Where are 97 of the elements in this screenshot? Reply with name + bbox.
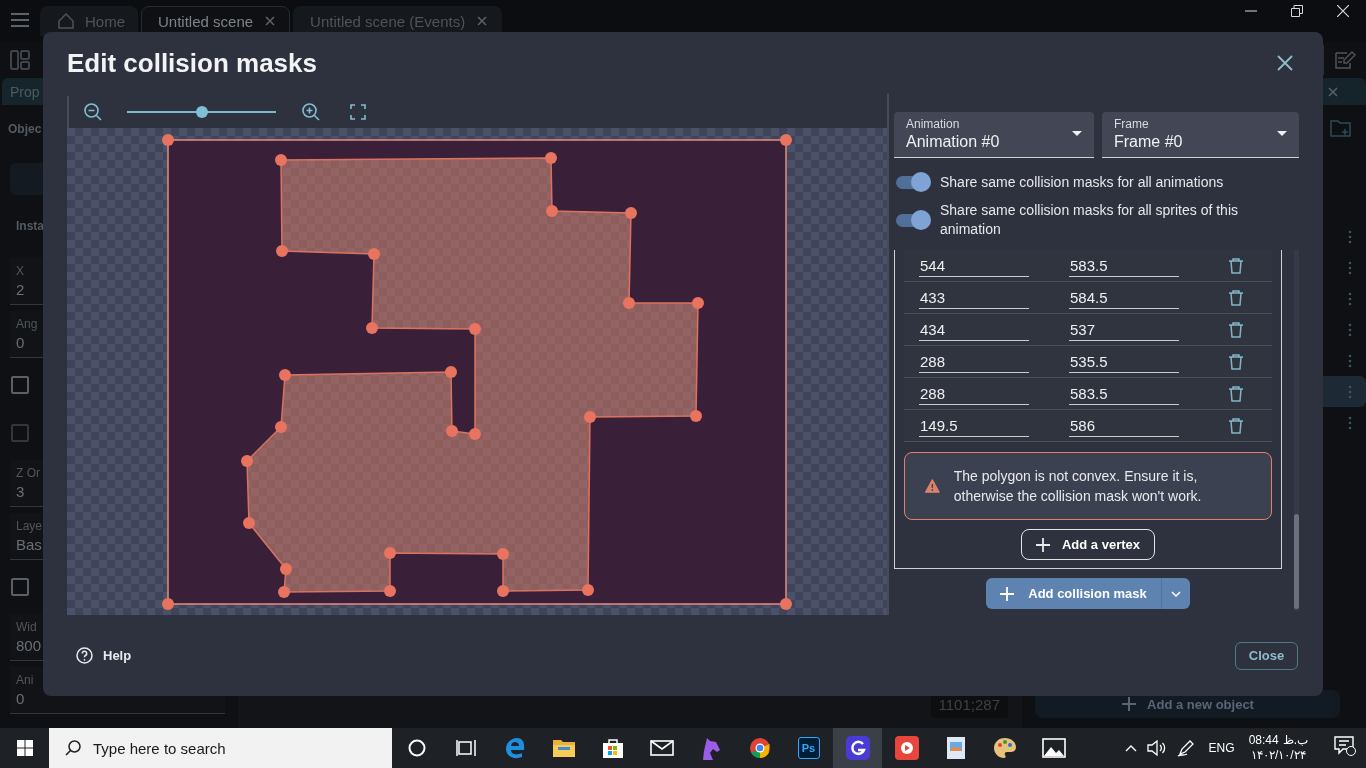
zoom-out-button[interactable] <box>84 103 102 121</box>
windows-icon <box>16 740 33 756</box>
warning-text: The polygon is not convex. Ensure it is, otherwise the collision mask won't work. <box>953 467 1203 506</box>
zoom-out-icon <box>84 103 102 121</box>
close-icon <box>475 14 490 28</box>
trash-icon <box>1228 353 1244 370</box>
more-icon <box>1348 291 1352 306</box>
checkbox[interactable] <box>11 578 29 596</box>
trash-icon <box>1228 289 1244 306</box>
round-logo-icon <box>748 737 771 759</box>
folder-add-icon <box>1330 118 1352 138</box>
more-icon <box>1348 415 1352 430</box>
shopping-bag-icon <box>601 737 624 759</box>
taskbar-button[interactable] <box>833 728 882 768</box>
section-heading: Insta <box>16 218 44 235</box>
speaker-icon <box>1146 740 1167 756</box>
fullscreen-button[interactable] <box>350 104 366 120</box>
language-indicator[interactable]: ENG <box>1208 741 1235 755</box>
trash-icon <box>1228 417 1244 434</box>
trash-icon <box>1228 321 1244 338</box>
caret-icon <box>1277 131 1287 136</box>
toggle-switch[interactable] <box>894 210 931 230</box>
input-field[interactable]: 586 <box>1069 414 1179 437</box>
plus-icon <box>1121 696 1138 712</box>
close-icon <box>263 14 278 28</box>
input-field[interactable]: 583.5 <box>1069 382 1179 405</box>
input-field[interactable]: 584.5 <box>1069 286 1179 309</box>
more-icon <box>1348 384 1352 399</box>
trash-icon <box>1228 385 1244 402</box>
plus-icon <box>1035 537 1050 552</box>
help-button[interactable]: Help <box>76 647 132 664</box>
circle-icon <box>407 739 426 757</box>
browser-icon <box>503 737 526 759</box>
checkbox[interactable] <box>11 376 29 394</box>
slider-thumb[interactable] <box>195 106 208 118</box>
more-icon <box>1348 353 1352 368</box>
search-icon <box>65 740 81 756</box>
media-app-icon <box>894 736 919 760</box>
close-button[interactable] <box>1277 55 1293 71</box>
scrollbar[interactable] <box>1294 250 1299 611</box>
panel-heading: Objec <box>8 121 42 138</box>
envelope-icon <box>649 740 674 756</box>
plus-icon <box>1000 586 1015 601</box>
home-icon <box>57 12 75 30</box>
input-field[interactable]: 544 <box>919 254 1029 277</box>
zoom-in-icon <box>302 103 320 121</box>
input-field[interactable]: 535.5 <box>1069 350 1179 373</box>
clock-time: 08:44 <box>1248 733 1279 748</box>
toggle-switch[interactable] <box>894 172 931 192</box>
dialog-title: Edit collision masks <box>67 47 317 79</box>
trash-icon <box>1228 257 1244 274</box>
fullscreen-icon <box>350 104 366 120</box>
restore-icon <box>1291 5 1303 17</box>
search-field[interactable]: Type here to search <box>49 728 392 768</box>
mountain-picture-icon <box>1041 738 1066 758</box>
close-icon <box>1326 84 1340 99</box>
input-field[interactable]: 149.5 <box>919 414 1029 437</box>
document-picture-icon <box>944 736 967 760</box>
panels-icon <box>10 50 30 70</box>
input-field[interactable]: 583.5 <box>1069 254 1179 277</box>
time-period: ب.ظ <box>1282 733 1308 748</box>
input-field[interactable]: 537 <box>1069 318 1179 341</box>
close-icon <box>1337 5 1349 17</box>
menu-icon <box>10 12 30 28</box>
more-icon <box>1348 260 1352 275</box>
folder-icon <box>551 738 576 758</box>
more-icon <box>1348 229 1352 244</box>
toggle-label: Share same collision masks for all sprites of this animation <box>940 201 1239 239</box>
task-view-icon <box>455 739 476 757</box>
chevron-down-icon <box>1170 590 1181 597</box>
taskbar-button[interactable]: Ps <box>784 728 833 768</box>
frame-select[interactable]: Frame Frame #0 <box>1102 112 1299 158</box>
add-vertex-button[interactable]: Add a vertex <box>1020 529 1155 560</box>
clock-date: ۱۴۰۲/۱۰/۲۴ <box>1250 748 1306 763</box>
add-mask-button[interactable]: Add collision mask <box>986 578 1161 609</box>
notification-icon <box>1334 736 1356 756</box>
animation-select[interactable]: Animation Animation #0 <box>894 112 1094 158</box>
input-field[interactable]: 433 <box>919 286 1029 309</box>
more-icon <box>1348 322 1352 337</box>
chevron-up-icon <box>1124 744 1137 752</box>
pen-icon <box>1176 739 1195 757</box>
dropdown-button[interactable] <box>1160 578 1190 609</box>
input-field[interactable]: 288 <box>919 350 1029 373</box>
edit-icon <box>1334 50 1356 70</box>
zoom-in-button[interactable] <box>302 103 320 121</box>
input-field[interactable]: 434 <box>919 318 1029 341</box>
toggle-label: Share same collision masks for all animations <box>940 172 1225 192</box>
caret-icon <box>1072 131 1082 136</box>
swirl-logo-icon <box>845 736 870 760</box>
collision-polygon-drawing[interactable] <box>241 152 704 598</box>
close-icon <box>1277 55 1293 71</box>
input-field[interactable]: 288 <box>919 382 1029 405</box>
horse-head-icon <box>700 736 721 760</box>
app-icon: Ps <box>797 737 820 759</box>
close-button[interactable]: Close <box>1235 641 1298 670</box>
help-icon <box>76 647 93 664</box>
palette-icon <box>992 737 1017 759</box>
